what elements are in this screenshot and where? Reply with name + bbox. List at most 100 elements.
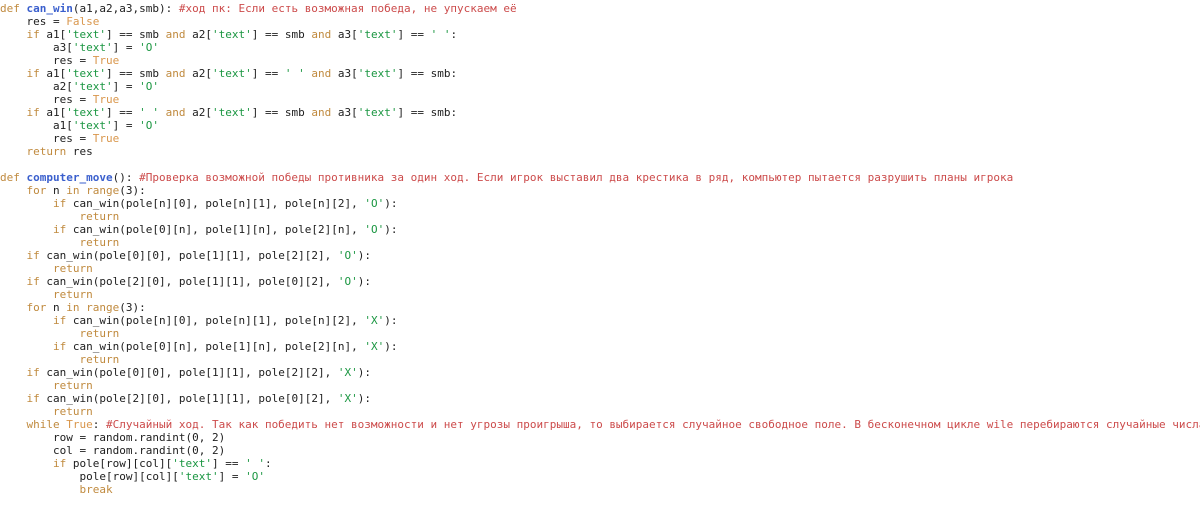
code-line[interactable]: pole[row][col]['text'] = 'O' xyxy=(0,470,1200,483)
code-line[interactable]: if can_win(pole[0][0], pole[1][1], pole[… xyxy=(0,249,1200,262)
code-line[interactable]: for n in range(3): xyxy=(0,301,1200,314)
code-line[interactable]: if can_win(pole[0][n], pole[1][n], pole[… xyxy=(0,223,1200,236)
number-literal: 3 xyxy=(125,184,133,197)
identifier-pole: pole xyxy=(79,470,106,483)
function-name-can_win: can_win xyxy=(26,2,73,15)
punctuation: : xyxy=(364,392,371,405)
keyword-def: def xyxy=(0,2,20,15)
code-line[interactable]: return xyxy=(0,353,1200,366)
punctuation: [ xyxy=(66,80,73,93)
code-line[interactable]: return xyxy=(0,262,1200,275)
string-literal: 'text' xyxy=(212,28,252,41)
punctuation: = xyxy=(225,457,232,470)
punctuation: ] xyxy=(106,106,113,119)
code-line[interactable]: res = True xyxy=(0,54,1200,67)
number-literal: 1 xyxy=(211,392,219,405)
code-line[interactable]: break xyxy=(0,483,1200,496)
punctuation: ] xyxy=(298,392,305,405)
keyword-if: if xyxy=(26,249,40,262)
punctuation: = xyxy=(265,28,272,41)
code-listing[interactable]: def can_win(a1,a2,a3,smb): #ход пк: Если… xyxy=(0,0,1200,496)
code-line[interactable]: if can_win(pole[2][0], pole[1][1], pole[… xyxy=(0,275,1200,288)
punctuation: [ xyxy=(331,340,338,353)
punctuation: ( xyxy=(119,197,126,210)
identifier-col: col xyxy=(52,444,73,457)
code-line[interactable]: return xyxy=(0,288,1200,301)
code-line[interactable]: col = random.randint(0, 2) xyxy=(0,444,1200,457)
code-line[interactable]: if a1['text'] == smb and a2['text'] == s… xyxy=(0,28,1200,41)
code-line[interactable]: return res xyxy=(0,145,1200,158)
keyword-break: break xyxy=(79,483,113,496)
punctuation: [ xyxy=(351,67,358,80)
punctuation: ] xyxy=(251,67,259,80)
punctuation: , xyxy=(165,275,173,288)
code-line[interactable]: if a1['text'] == smb and a2['text'] == '… xyxy=(0,67,1200,80)
code-line[interactable]: a2['text'] = 'O' xyxy=(0,80,1200,93)
punctuation: , xyxy=(271,314,279,327)
punctuation: ] xyxy=(298,366,305,379)
identifier-col: col xyxy=(145,470,166,483)
code-line[interactable]: if can_win(pole[2][0], pole[1][1], pole[… xyxy=(0,392,1200,405)
string-literal: 'text' xyxy=(66,67,106,80)
code-line[interactable]: return xyxy=(0,327,1200,340)
identifier-a1: a1 xyxy=(46,67,60,80)
code-line[interactable]: if can_win(pole[n][0], pole[n][1], pole[… xyxy=(0,314,1200,327)
punctuation: ) xyxy=(384,197,391,210)
punctuation: ] xyxy=(211,457,219,470)
code-line[interactable]: return xyxy=(0,236,1200,249)
number-literal: 0 xyxy=(158,223,166,236)
punctuation: [ xyxy=(205,106,212,119)
code-line[interactable]: if a1['text'] == ' ' and a2['text'] == s… xyxy=(0,106,1200,119)
code-line[interactable]: res = False xyxy=(0,15,1200,28)
code-line[interactable]: return xyxy=(0,405,1200,418)
punctuation: = xyxy=(271,106,279,119)
identifier-n: n xyxy=(258,223,265,236)
identifier-n: n xyxy=(317,314,325,327)
keyword-if: if xyxy=(26,67,40,80)
identifier-res: res xyxy=(72,145,93,158)
punctuation: , xyxy=(351,314,358,327)
code-line[interactable]: res = True xyxy=(0,132,1200,145)
code-line[interactable]: row = random.randint(0, 2) xyxy=(0,431,1200,444)
identifier-smb: smb xyxy=(430,106,451,119)
number-literal: 0 xyxy=(158,340,166,353)
code-line[interactable]: def computer_move(): #Проверка возможной… xyxy=(0,171,1200,184)
punctuation: = xyxy=(53,15,60,28)
code-line[interactable]: return xyxy=(0,210,1200,223)
comment: #Проверка возможной победы противника за… xyxy=(139,171,1014,184)
string-literal: 'text' xyxy=(172,457,212,470)
code-line[interactable] xyxy=(0,158,1200,171)
punctuation: : xyxy=(390,223,398,236)
identifier-pole: pole xyxy=(125,340,153,353)
punctuation: = xyxy=(79,132,87,145)
punctuation: ] xyxy=(298,249,305,262)
punctuation: = xyxy=(125,119,133,132)
identifier-pole: pole xyxy=(99,249,126,262)
identifier-smb: smb xyxy=(284,106,305,119)
code-line[interactable]: def can_win(a1,a2,a3,smb): #ход пк: Если… xyxy=(0,2,1200,15)
string-literal: ' ' xyxy=(430,28,451,41)
punctuation: [ xyxy=(351,28,358,41)
code-line[interactable]: return xyxy=(0,379,1200,392)
punctuation: : xyxy=(165,2,173,15)
punctuation: ] xyxy=(218,470,226,483)
punctuation: ] xyxy=(112,119,120,132)
code-line[interactable]: if can_win(pole[n][0], pole[n][1], pole[… xyxy=(0,197,1200,210)
code-line[interactable]: if can_win(pole[0][0], pole[1][1], pole[… xyxy=(0,366,1200,379)
code-line[interactable]: a1['text'] = 'O' xyxy=(0,119,1200,132)
code-line[interactable]: if pole[row][col]['text'] == ' ': xyxy=(0,457,1200,470)
code-line[interactable]: res = True xyxy=(0,93,1200,106)
identifier-pole: pole xyxy=(99,392,126,405)
punctuation: ( xyxy=(119,340,126,353)
punctuation: ) xyxy=(384,340,391,353)
punctuation: [ xyxy=(139,470,146,483)
punctuation: = xyxy=(417,67,424,80)
code-line[interactable]: while True: #Случайный ход. Так как побе… xyxy=(0,418,1200,431)
identifier-smb: smb xyxy=(139,67,159,80)
code-line[interactable]: if can_win(pole[0][n], pole[1][n], pole[… xyxy=(0,340,1200,353)
code-line[interactable]: a3['text'] = 'O' xyxy=(0,41,1200,54)
punctuation: ] xyxy=(158,392,166,405)
code-line[interactable]: for n in range(3): xyxy=(0,184,1200,197)
punctuation: : xyxy=(450,28,458,41)
punctuation: ] xyxy=(112,41,120,54)
